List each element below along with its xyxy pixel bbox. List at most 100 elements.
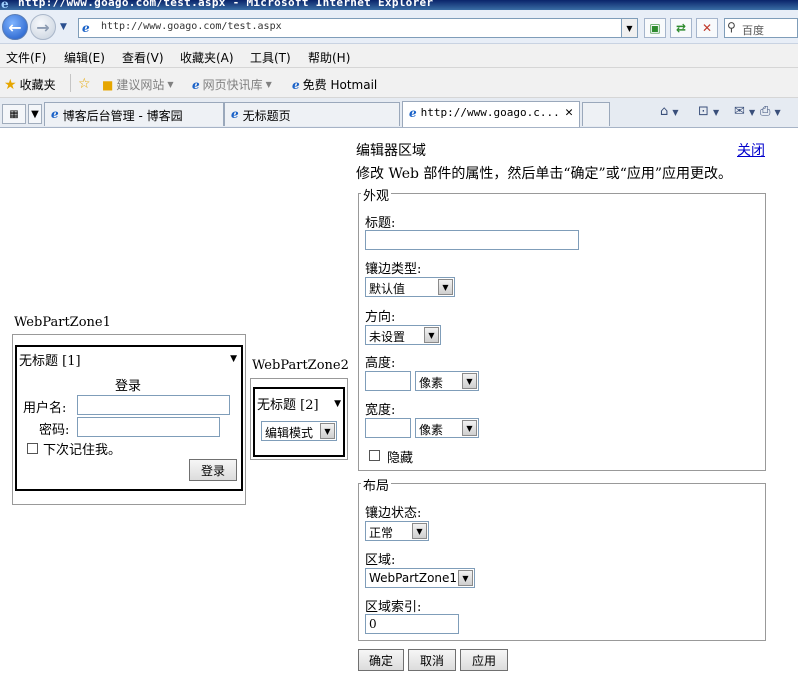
width-unit-select[interactable]: 像素 ▼ [415, 418, 479, 438]
menu-tools[interactable]: 工具(T) [250, 49, 291, 66]
menu-file[interactable]: 文件(F) [6, 49, 46, 66]
chevron-down-icon: ▼ [458, 570, 473, 586]
quick-tabs-button[interactable]: ▦ [2, 104, 26, 124]
zone2-webpart: 无标题 [2] ▼ 编辑模式 ▼ [253, 387, 345, 457]
favorites-bar: ★ 收藏夹 ☆ ■ 建议网站 ▼ e 网页快讯库 ▼ e 免费 Hotmail [0, 68, 798, 98]
tab-untitled[interactable]: e 无标题页 [224, 102, 400, 126]
mail-icon[interactable]: ✉ ▼ [734, 104, 755, 119]
fav-web-slice[interactable]: e 网页快讯库 ▼ [192, 76, 272, 93]
feeds-icon[interactable]: ⊡ ▼ [698, 104, 719, 119]
chrome-state-label: 镶边状态: [365, 506, 422, 521]
username-input[interactable] [77, 395, 230, 415]
new-tab-button[interactable] [582, 102, 610, 126]
add-star-icon: ☆ [78, 76, 91, 92]
favorites-button[interactable]: ★ 收藏夹 [4, 76, 56, 93]
zone2-title: WebPartZone2 [252, 358, 349, 373]
refresh-icon: ⇄ [675, 21, 687, 35]
apply-button[interactable]: 应用 [460, 649, 508, 671]
tab-label: 博客后台管理 - 博客园 [62, 109, 183, 123]
menu-edit[interactable]: 编辑(E) [64, 49, 105, 66]
zone1-box: 无标题 [1] ▼ 登录 用户名: 密码: 下次记住我。 登录 [12, 334, 246, 505]
search-box[interactable]: ⚲ 百度 [724, 18, 798, 38]
back-button[interactable]: ← [2, 14, 28, 40]
menu-view[interactable]: 查看(V) [122, 49, 164, 66]
close-link[interactable]: 关闭 [737, 140, 765, 160]
history-dropdown-icon[interactable]: ▼ [60, 22, 67, 32]
fav-web-slice-label: 网页快讯库 [202, 78, 263, 92]
tab-label: http://www.goago.c... [420, 106, 560, 119]
password-label: 密码: [39, 423, 70, 438]
search-value[interactable]: 百度 [742, 22, 764, 38]
fav-hotmail[interactable]: e 免费 Hotmail [292, 76, 377, 93]
suggested-sites-icon: ■ [102, 77, 114, 92]
remember-me-label: 下次记住我。 [43, 443, 122, 458]
home-icon[interactable]: ⌂ ▼ [660, 104, 679, 119]
height-unit-select[interactable]: 像素 ▼ [415, 371, 479, 391]
menu-favorites[interactable]: 收藏夹(A) [180, 49, 234, 66]
cancel-button[interactable]: 取消 [408, 649, 456, 671]
hidden-checkbox[interactable] [369, 450, 380, 461]
display-mode-select[interactable]: 编辑模式 ▼ [261, 421, 337, 441]
window-title: http://www.goago.com/test.aspx - Microso… [18, 0, 434, 9]
title-label: 标题: [365, 216, 396, 231]
width-unit-value: 像素 [419, 423, 444, 437]
zone1-title: WebPartZone1 [14, 315, 111, 330]
zone-index-input[interactable]: 0 [365, 614, 459, 634]
zone-value: WebPartZone1 [369, 571, 458, 585]
refresh-button[interactable]: ⇄ [670, 18, 692, 38]
print-icon[interactable]: ⎙ ▼ [760, 104, 781, 119]
height-input[interactable] [365, 371, 411, 391]
title-input[interactable] [365, 230, 579, 250]
address-bar[interactable]: e http://www.goago.com/test.aspx ▼ [78, 18, 638, 38]
tab-list-dropdown[interactable]: ▼ [28, 104, 42, 124]
tab-current[interactable]: e http://www.goago.c... ✕ [402, 101, 580, 127]
ie-page-icon: e [292, 77, 300, 92]
compatibility-button[interactable]: ▣ [644, 18, 666, 38]
verbs-menu-icon[interactable]: ▼ [230, 354, 237, 364]
chevron-down-icon: ▼ [424, 327, 439, 343]
chrome-type-select[interactable]: 默认值 ▼ [365, 277, 455, 297]
appearance-legend: 外观 [361, 185, 392, 204]
address-dropdown-icon[interactable]: ▼ [621, 19, 637, 37]
ok-button[interactable]: 确定 [358, 649, 404, 671]
zone-select[interactable]: WebPartZone1 ▼ [365, 568, 475, 588]
direction-label: 方向: [365, 310, 396, 325]
verbs-menu-icon[interactable]: ▼ [334, 399, 341, 409]
ie-logo-icon: e [1, 0, 9, 10]
address-toolbar: ← → ▼ e http://www.goago.com/test.aspx ▼… [0, 10, 798, 44]
forward-button[interactable]: → [30, 14, 56, 40]
tab-blog-admin[interactable]: e 博客后台管理 - 博客园 [44, 102, 224, 126]
menu-help[interactable]: 帮助(H) [308, 49, 350, 66]
stop-button[interactable]: ✕ [696, 18, 718, 38]
search-icon: ⚲ [727, 20, 736, 34]
address-url[interactable]: http://www.goago.com/test.aspx [101, 21, 282, 32]
menu-bar: 文件(F) 编辑(E) 查看(V) 收藏夹(A) 工具(T) 帮助(H) [0, 44, 798, 68]
ie-page-icon: e [192, 77, 200, 92]
direction-select[interactable]: 未设置 ▼ [365, 325, 441, 345]
close-tab-icon[interactable]: ✕ [565, 105, 573, 120]
page-icon: e [82, 21, 90, 35]
layout-legend: 布局 [361, 475, 392, 494]
page-content: WebPartZone1 无标题 [1] ▼ 登录 用户名: 密码: 下次记住我… [0, 129, 798, 697]
login-button[interactable]: 登录 [189, 459, 237, 481]
favorites-label: 收藏夹 [19, 78, 56, 92]
display-mode-value: 编辑模式 [265, 426, 314, 440]
remember-me-checkbox[interactable] [27, 443, 38, 454]
width-input[interactable] [365, 418, 411, 438]
ie-page-icon: e [51, 107, 59, 121]
grid-icon: ▦ [9, 108, 19, 120]
chevron-down-icon: ▼ [320, 423, 335, 439]
window-title-bar: e http://www.goago.com/test.aspx - Micro… [0, 0, 798, 10]
chrome-type-label: 镶边类型: [365, 262, 422, 277]
chrome-state-value: 正常 [369, 526, 394, 540]
add-favorite-button[interactable]: ☆ [78, 76, 91, 92]
arrow-left-icon: ← [8, 17, 22, 37]
width-label: 宽度: [365, 403, 396, 418]
chrome-state-select[interactable]: 正常 ▼ [365, 521, 429, 541]
ie-page-icon: e [409, 106, 417, 120]
password-input[interactable] [77, 417, 220, 437]
zone1-webpart: 无标题 [1] ▼ 登录 用户名: 密码: 下次记住我。 登录 [15, 345, 243, 491]
fav-suggested-sites[interactable]: ■ 建议网站 ▼ [102, 76, 174, 93]
chrome-type-value: 默认值 [369, 282, 406, 296]
separator [70, 74, 71, 92]
